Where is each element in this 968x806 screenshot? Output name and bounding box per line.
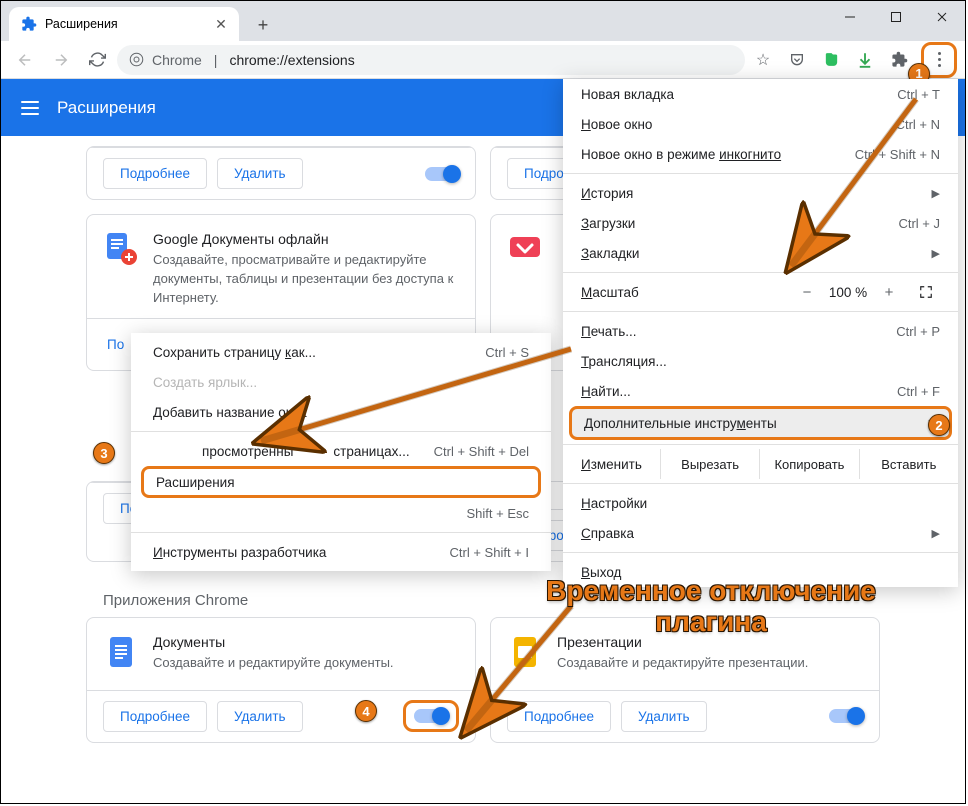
submenu-name-window[interactable]: Добавить название окна [131,397,551,427]
details-button-truncated[interactable]: По [103,330,128,359]
card-title: Документы [153,634,459,650]
window-controls [827,1,965,33]
slides-icon [507,634,543,670]
annotation-label: Временное отключениеплагина [526,576,896,638]
remove-button[interactable]: Удалить [217,701,303,732]
remove-button[interactable]: Удалить [621,701,707,732]
submenu-task-manager[interactable]: Диспетчер задачShift + Esc [131,498,551,528]
maximize-button[interactable] [873,1,919,33]
menu-bookmarks[interactable]: Закладки▶ [563,238,958,268]
address-url: chrome://extensions [229,52,354,68]
menu-cast[interactable]: Трансляция... [563,346,958,376]
app-card-documents: Документы Создавайте и редактируйте доку… [86,617,476,743]
toggle-switch[interactable] [829,709,863,723]
submenu-dev-tools[interactable]: Инструменты разработчикаCtrl + Shift + I [131,537,551,567]
close-icon[interactable]: ✕ [213,16,229,32]
browser: Расширения ✕ + Chrome | chrome://extensi… [1,1,965,803]
pocket-icon[interactable] [783,46,811,74]
card-description: Создавайте, просматривайте и редактируйт… [153,251,459,308]
menu-copy[interactable]: Копировать [759,449,858,479]
card-title: Google Документы офлайн [153,231,459,247]
menu-more-tools[interactable]: Дополнительные инструменты ▶ 2 [569,406,952,440]
chrome-icon [129,52,144,67]
menu-zoom: Масштаб − 100 % + [563,277,958,307]
window-frame: Расширения ✕ + Chrome | chrome://extensi… [0,0,966,804]
zoom-in-button[interactable]: + [874,280,904,304]
star-icon[interactable]: ☆ [749,46,777,74]
menu-paste[interactable]: Вставить [859,449,958,479]
evernote-icon[interactable] [817,46,845,74]
menu-cut[interactable]: Вырезать [660,449,759,479]
annotation-badge-3: 3 [93,442,115,464]
menu-find[interactable]: Найти...Ctrl + F [563,376,958,406]
tab-extensions[interactable]: Расширения ✕ [9,7,239,41]
toggle-switch[interactable] [425,167,459,181]
submenu-create-shortcut[interactable]: Создать ярлык... [131,367,551,397]
docs-icon [103,634,139,670]
annotation-badge-4: 4 [355,700,377,722]
annotation-highlight-toggle [403,700,459,732]
address-host: Chrome [152,52,202,68]
card-description: Создавайте и редактируйте презентации. [557,654,863,673]
forward-button[interactable] [45,44,77,76]
extension-icons: ☆ [749,46,913,74]
menu-help[interactable]: Справка▶ [563,518,958,548]
annotation-badge-2: 2 [928,414,950,436]
gdocs-offline-icon [103,231,139,267]
menu-history[interactable]: История▶ [563,178,958,208]
chrome-main-menu: Новая вкладкаCtrl + T Новое окноCtrl + N… [563,79,958,587]
address-separator: | [214,52,218,68]
menu-new-window[interactable]: Новое окноCtrl + N [563,109,958,139]
close-window-button[interactable] [919,1,965,33]
menu-downloads[interactable]: ЗагрузкиCtrl + J [563,208,958,238]
fullscreen-icon[interactable] [912,280,940,304]
more-tools-submenu: Сохранить страницу как...Ctrl + S Создат… [131,333,551,571]
page-title: Расширения [57,98,156,118]
minimize-button[interactable] [827,1,873,33]
details-button[interactable]: Подробнее [507,701,611,732]
zoom-out-button[interactable]: − [792,280,822,304]
toggle-switch[interactable] [414,709,448,723]
toolbar: Chrome | chrome://extensions ☆ 1 [1,41,965,79]
details-button[interactable]: Подробнее [103,158,207,189]
menu-incognito[interactable]: Новое окно в режиме инкогнитоCtrl + Shif… [563,139,958,169]
submenu-extensions[interactable]: Расширения [141,466,541,498]
submenu-save-page[interactable]: Сохранить страницу как...Ctrl + S [131,337,551,367]
menu-settings[interactable]: Настройки [563,488,958,518]
menu-edit-row: Изменить Вырезать Копировать Вставить [563,449,958,479]
extension-card: Подробнее Удалить [86,146,476,200]
remove-button[interactable]: Удалить [217,158,303,189]
reload-button[interactable] [81,44,113,76]
address-bar[interactable]: Chrome | chrome://extensions [117,45,745,75]
pocket-card-icon [507,231,543,267]
card-description: Создавайте и редактируйте документы. [153,654,459,673]
zoom-value: 100 % [822,285,874,300]
hamburger-icon[interactable] [21,101,39,115]
more-menu-button[interactable]: 1 [921,42,957,78]
savefrom-icon[interactable] [851,46,879,74]
submenu-clear-browsing[interactable]: Xпросмотренныстраницах... Ctrl + Shift +… [131,436,551,466]
more-icon [938,52,941,67]
back-button[interactable] [9,44,41,76]
puzzle-icon [21,16,37,32]
menu-print[interactable]: Печать...Ctrl + P [563,316,958,346]
menu-new-tab[interactable]: Новая вкладкаCtrl + T [563,79,958,109]
tab-title: Расширения [45,17,118,31]
tab-bar: Расширения ✕ + [1,1,965,41]
details-button[interactable]: Подробнее [103,701,207,732]
new-tab-button[interactable]: + [249,11,277,39]
